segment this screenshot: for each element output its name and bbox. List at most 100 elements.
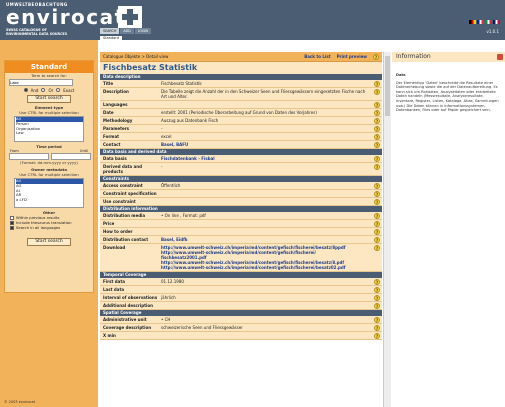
help-icon[interactable]: ? — [374, 221, 380, 227]
help-icon[interactable]: ? — [374, 245, 380, 251]
detail-row: Title Fischbesatz Statistik? — [100, 80, 382, 88]
field-label: First data — [103, 279, 125, 284]
field-value: • CH — [161, 317, 171, 322]
field-label: Methodology — [103, 118, 133, 123]
checkbox-checked[interactable] — [10, 220, 14, 225]
field-value: jährlich — [161, 295, 176, 300]
help-icon[interactable]: ? — [374, 81, 380, 87]
field-value: Basel, BAFU — [158, 141, 382, 148]
scrollbar[interactable] — [383, 52, 391, 407]
help-icon[interactable]: ? — [374, 156, 380, 162]
version-label: v1.0.1 — [486, 29, 499, 34]
nav-search[interactable]: SEARCH — [100, 28, 120, 34]
help-icon[interactable]: ? — [374, 134, 380, 140]
field-value: Fischbesatz Statistik — [161, 81, 202, 86]
help-icon[interactable]: ? — [374, 126, 380, 132]
help-icon[interactable]: ? — [374, 89, 380, 95]
field-value — [158, 332, 382, 339]
flag-it-icon[interactable] — [485, 20, 492, 24]
field-label: Administrative unit — [103, 317, 147, 322]
field-value — [158, 101, 382, 108]
flag-de-icon[interactable] — [469, 20, 476, 24]
download-link[interactable]: http://www.umwelt-schweiz.ch/imperia/md/… — [161, 265, 372, 270]
list-item[interactable]: Law — [16, 131, 83, 136]
field-label: Date — [103, 110, 114, 115]
contact-link[interactable]: Basel, Eidfk — [161, 237, 188, 242]
contact-link[interactable]: Basel, BAFU — [161, 142, 188, 147]
help-icon[interactable]: ? — [374, 142, 380, 148]
help-icon[interactable]: ? — [374, 118, 380, 124]
detail-row: Description Die Tabelle zeigt die Anzahl … — [100, 88, 382, 101]
envirocat-logo[interactable]: envirocat — [6, 7, 126, 27]
from-date-input[interactable] — [9, 153, 49, 160]
field-label: Interval of observations — [103, 295, 158, 300]
app-header: UMWELTBEOBACHTUNG envirocat SWISS CATALO… — [0, 0, 505, 40]
element-type-list[interactable]: All Person Organisation Law — [14, 116, 84, 142]
close-icon[interactable] — [497, 54, 503, 60]
list-item[interactable]: a LFD — [16, 197, 83, 203]
help-icon[interactable]: ? — [374, 317, 380, 323]
field-label: Data basis — [103, 156, 127, 161]
flag-fr-icon[interactable] — [477, 20, 484, 24]
radio-and-label: And — [30, 87, 39, 93]
field-value: excel — [161, 134, 172, 139]
owner-metadata-list[interactable]: All AG AI AR a LFD — [14, 178, 84, 208]
nav-login[interactable]: LOGIN — [134, 28, 151, 34]
detail-toolbar: Catalogue Objekte > Detail view Back to … — [100, 52, 382, 62]
help-icon[interactable]: ? — [374, 229, 380, 235]
detail-row: Data basis Fischdatenbank - Fisbal? — [100, 155, 382, 163]
help-icon[interactable]: ? — [374, 191, 380, 197]
start-search-button-bottom[interactable]: Start search — [27, 238, 71, 246]
help-icon[interactable]: ? — [374, 213, 380, 219]
contact-link[interactable]: Fischdatenbank - Fisbal — [161, 156, 215, 161]
flag-en-icon[interactable] — [493, 20, 500, 24]
radio-and[interactable] — [23, 88, 28, 92]
detail-row: Access constraint Öffentlich? — [100, 182, 382, 190]
help-icon[interactable]: ? — [374, 110, 380, 116]
field-label: Parameters — [103, 126, 130, 131]
field-label: Distribution contact — [103, 237, 149, 242]
owner-metadata-hint: Use CTRL for multiple selection — [19, 172, 79, 177]
until-date-input[interactable] — [51, 153, 91, 160]
field-label: Title — [103, 81, 114, 86]
field-value: - — [161, 164, 163, 169]
help-icon[interactable]: ? — [374, 164, 380, 170]
header-subtitle: SWISS CATALOGUE OF ENVIRONMENTAL DATA SO… — [6, 28, 68, 37]
field-label: Distribution media — [103, 213, 146, 218]
field-label: Description — [103, 89, 129, 94]
field-label: How to order — [103, 229, 133, 234]
radio-exact[interactable] — [56, 88, 61, 92]
radio-or[interactable] — [41, 88, 46, 92]
back-to-list-link[interactable]: Back to List — [304, 54, 330, 60]
help-icon[interactable]: ? — [374, 333, 380, 339]
field-value: Basel, Eidfk — [158, 236, 382, 243]
detail-row: Date erstellt: 2001 (Periodische Überarbe… — [100, 109, 382, 117]
help-icon[interactable]: ? — [374, 279, 380, 285]
detail-row: Methodology Auszug aus Datenbank Fisch? — [100, 117, 382, 125]
element-type-hint: Use CTRL for multiple selection — [19, 110, 79, 115]
print-preview-link[interactable]: Print preview — [337, 54, 367, 60]
help-icon[interactable]: ? — [374, 237, 380, 243]
detail-row: First data 01.12.1980? — [100, 278, 382, 286]
info-body: Data Der Elementtyp 'Daten' beschreibt d… — [392, 62, 505, 116]
start-search-button[interactable]: Start search — [27, 95, 71, 103]
scrollbar-thumb[interactable] — [385, 56, 390, 116]
help-icon[interactable]: ? — [374, 325, 380, 331]
nav-add[interactable]: ADD — [120, 28, 134, 34]
detail-row: Constraint specification? — [100, 190, 382, 198]
help-icon[interactable]: ? — [374, 295, 380, 301]
help-icon[interactable]: ? — [374, 287, 380, 293]
help-icon[interactable]: ? — [374, 199, 380, 205]
checkbox[interactable] — [10, 215, 14, 220]
help-icon[interactable]: ? — [374, 303, 380, 309]
field-label: Download — [103, 245, 126, 250]
help-icon[interactable]: ? — [373, 53, 379, 60]
checkbox-checked[interactable] — [10, 225, 14, 230]
detail-row: How to order? — [100, 228, 382, 236]
field-value: Die Tabelle zeigt die Anzahl der in den … — [161, 89, 366, 99]
detail-row: Distribution media • On line , Format: pd… — [100, 212, 382, 220]
check-all-languages[interactable]: Search in all languages — [5, 225, 93, 230]
help-icon[interactable]: ? — [374, 102, 380, 108]
help-icon[interactable]: ? — [374, 183, 380, 189]
search-input[interactable] — [9, 79, 73, 86]
